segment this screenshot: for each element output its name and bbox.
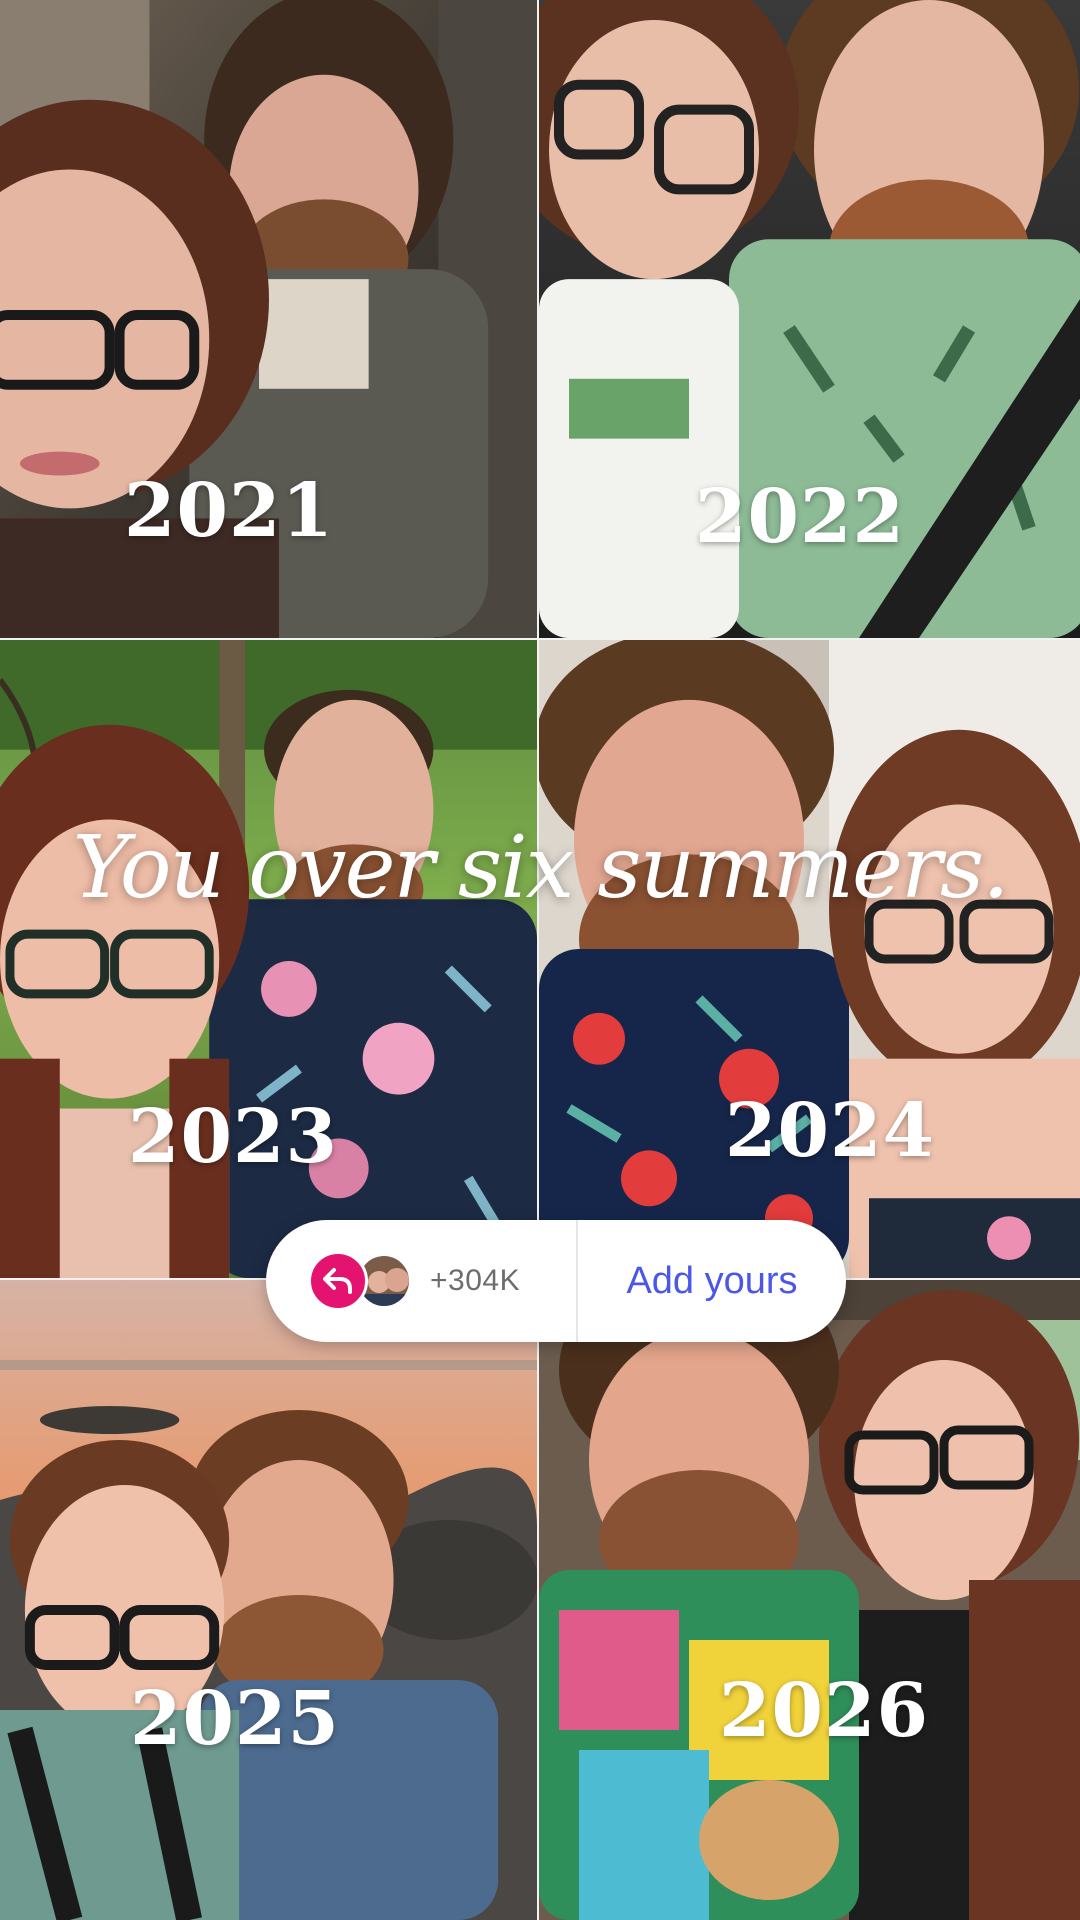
year-label-2021: 2021 bbox=[124, 468, 334, 554]
photo-tile-2026: 2026 bbox=[539, 1280, 1080, 1920]
photo-tile-2023: 2023 bbox=[0, 640, 539, 1280]
year-label-2024: 2024 bbox=[725, 1088, 935, 1174]
reply-arrow-icon bbox=[308, 1251, 368, 1311]
photo-tile-2025: 2025 bbox=[0, 1280, 539, 1920]
story-canvas: 2021 2022 2023 2024 2025 2026 You over s… bbox=[0, 0, 1080, 1920]
photo-2025 bbox=[0, 1280, 537, 1920]
photo-2023 bbox=[0, 640, 537, 1278]
year-label-2022: 2022 bbox=[695, 474, 905, 560]
photo-collage: 2021 2022 2023 2024 2025 2026 bbox=[0, 0, 1080, 1920]
participants-group[interactable]: +304K bbox=[266, 1220, 576, 1342]
participant-count: +304K bbox=[430, 1264, 521, 1297]
year-label-2026: 2026 bbox=[719, 1668, 929, 1754]
photo-tile-2021: 2021 bbox=[0, 0, 539, 640]
add-yours-sticker[interactable]: +304K Add yours bbox=[266, 1220, 846, 1342]
add-yours-button[interactable]: Add yours bbox=[578, 1260, 846, 1303]
year-label-2025: 2025 bbox=[130, 1676, 340, 1762]
photo-tile-2024: 2024 bbox=[539, 640, 1080, 1280]
photo-tile-2022: 2022 bbox=[539, 0, 1080, 640]
photo-2026 bbox=[539, 1280, 1080, 1920]
story-headline: You over six summers. bbox=[72, 818, 1009, 918]
year-label-2023: 2023 bbox=[128, 1094, 338, 1180]
photo-2024 bbox=[539, 640, 1080, 1278]
